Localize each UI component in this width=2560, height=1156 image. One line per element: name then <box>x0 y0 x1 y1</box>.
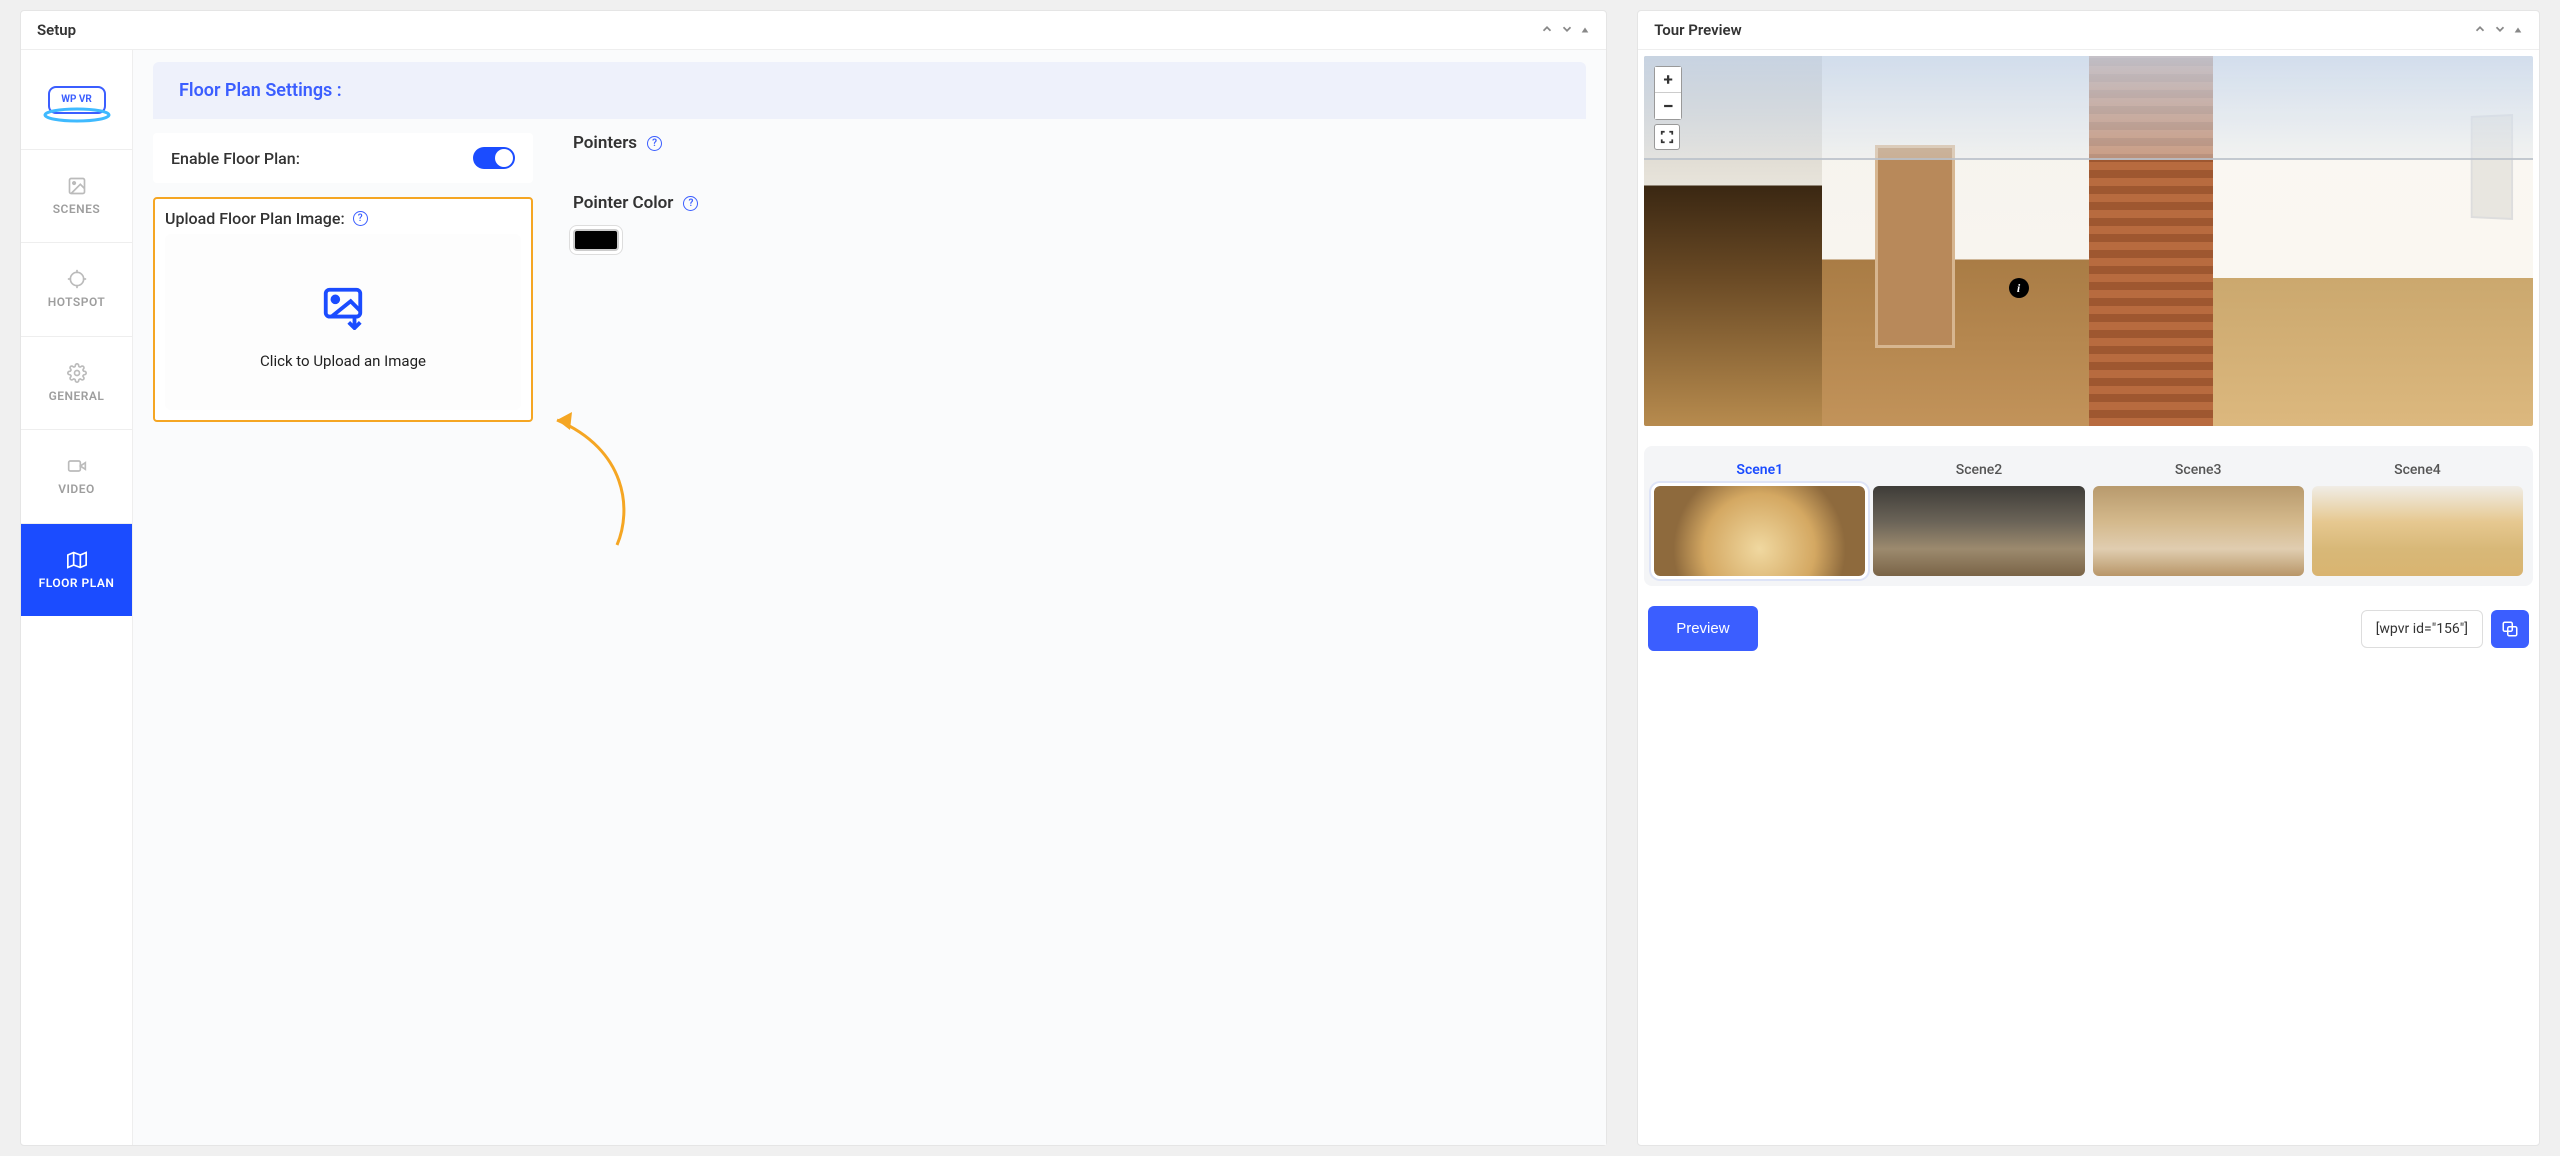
pointers-label: Pointers <box>573 133 637 153</box>
copy-shortcode-button[interactable] <box>2491 610 2529 648</box>
nav-hotspot[interactable]: HOTSPOT <box>21 243 132 336</box>
nav-label: HOTSPOT <box>48 295 106 309</box>
scene-thumb-4[interactable]: Scene4 <box>2312 462 2523 576</box>
tour-preview-panel: Tour Preview <box>1637 10 2540 1146</box>
panorama-controls: + − <box>1654 66 1682 150</box>
scene-label: Scene3 <box>2175 462 2222 478</box>
setup-title: Setup <box>37 21 76 39</box>
preview-button[interactable]: Preview <box>1648 606 1757 651</box>
hotspot-info-icon[interactable]: i <box>2009 278 2029 298</box>
collapse-down-icon[interactable] <box>2493 22 2507 39</box>
info-icon[interactable]: ? <box>647 136 662 151</box>
scene-thumb-1[interactable]: Scene1 <box>1654 462 1865 576</box>
scene-thumbnail-strip: Scene1 Scene2 Scene3 Scene4 <box>1644 446 2533 586</box>
fullscreen-button[interactable] <box>1654 124 1680 150</box>
image-icon <box>67 176 87 196</box>
pointer-color-row: Pointer Color ? <box>573 193 1586 213</box>
floor-plan-settings: Floor Plan Settings : Enable Floor Plan:… <box>133 50 1606 1145</box>
panorama-scene <box>1644 56 2533 426</box>
setup-panel: Setup WP VR <box>20 10 1607 1146</box>
upload-dropzone[interactable]: Click to Upload an Image <box>165 234 521 410</box>
preview-bottom-row: Preview [wpvr id="156"] <box>1644 606 2533 651</box>
collapse-down-icon[interactable] <box>1560 22 1574 39</box>
collapse-up-icon[interactable] <box>1540 22 1554 39</box>
setup-panel-controls <box>1540 22 1590 39</box>
nav-video[interactable]: VIDEO <box>21 430 132 523</box>
enable-floor-plan-label: Enable Floor Plan: <box>171 149 300 168</box>
upload-cta-text: Click to Upload an Image <box>260 352 426 370</box>
upload-image-icon <box>320 284 366 334</box>
panorama-viewer[interactable]: i + − <box>1644 56 2533 426</box>
preview-title: Tour Preview <box>1654 21 1741 39</box>
map-icon <box>67 550 87 570</box>
nav-label: FLOOR PLAN <box>39 576 115 590</box>
nav-floor-plan[interactable]: FLOOR PLAN <box>21 524 132 616</box>
preview-panel-header: Tour Preview <box>1638 11 2539 50</box>
pointer-color-label: Pointer Color <box>573 193 673 213</box>
logo: WP VR <box>21 50 132 150</box>
scene-label: Scene1 <box>1736 462 1783 478</box>
info-icon[interactable]: ? <box>353 211 368 226</box>
target-icon <box>67 269 87 289</box>
scene-thumbnail <box>1654 486 1865 576</box>
setup-side-nav: WP VR SCENES HOTSPOT <box>21 50 133 1145</box>
collapse-up-icon[interactable] <box>2473 22 2487 39</box>
scene-thumbnail <box>1873 486 2084 576</box>
zoom-in-button[interactable]: + <box>1655 67 1681 93</box>
scene-label: Scene2 <box>1956 462 2003 478</box>
upload-label: Upload Floor Plan Image: <box>165 209 345 228</box>
nav-label: VIDEO <box>58 482 95 496</box>
video-icon <box>67 456 87 476</box>
scene-thumb-2[interactable]: Scene2 <box>1873 462 2084 576</box>
enable-floor-plan-toggle[interactable] <box>473 147 515 169</box>
nav-label: SCENES <box>53 202 101 216</box>
nav-label: GENERAL <box>49 389 105 403</box>
scene-thumbnail <box>2312 486 2523 576</box>
pointer-color-picker[interactable] <box>573 229 619 251</box>
pointers-row: Pointers ? <box>573 133 1586 153</box>
gear-icon <box>67 363 87 383</box>
settings-header: Floor Plan Settings : <box>153 62 1586 119</box>
collapse-toggle-icon[interactable] <box>2513 23 2523 38</box>
scene-thumb-3[interactable]: Scene3 <box>2093 462 2304 576</box>
zoom-out-button[interactable]: − <box>1655 93 1681 119</box>
enable-floor-plan-row: Enable Floor Plan: <box>153 133 533 183</box>
upload-floor-plan-box: Upload Floor Plan Image: ? Click to Uplo… <box>153 197 533 422</box>
info-icon[interactable]: ? <box>683 196 698 211</box>
upload-label-row: Upload Floor Plan Image: ? <box>165 209 521 228</box>
nav-general[interactable]: GENERAL <box>21 337 132 430</box>
nav-scenes[interactable]: SCENES <box>21 150 132 243</box>
collapse-toggle-icon[interactable] <box>1580 23 1590 38</box>
preview-panel-controls <box>2473 22 2523 39</box>
scene-label: Scene4 <box>2394 462 2441 478</box>
scene-thumbnail <box>2093 486 2304 576</box>
setup-panel-header: Setup <box>21 11 1606 50</box>
shortcode-display[interactable]: [wpvr id="156"] <box>2361 610 2483 648</box>
